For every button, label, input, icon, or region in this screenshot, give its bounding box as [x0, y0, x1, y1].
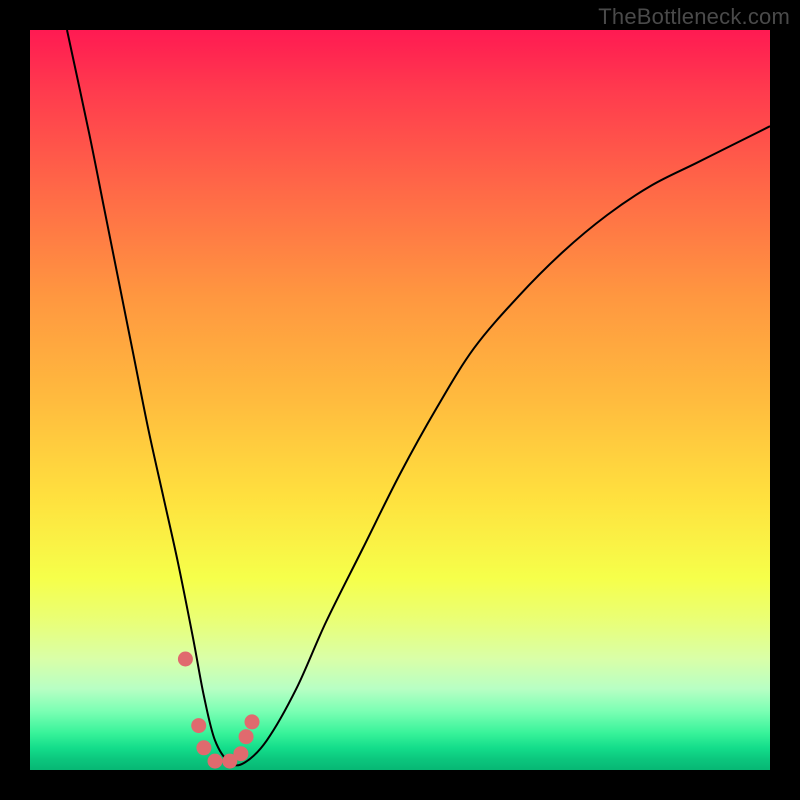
curve-marker — [208, 754, 223, 769]
curve-marker — [239, 729, 254, 744]
plot-area — [30, 30, 770, 770]
curve-svg — [30, 30, 770, 770]
chart-stage: TheBottleneck.com — [0, 0, 800, 800]
curve-marker — [196, 740, 211, 755]
curve-markers — [178, 652, 260, 769]
curve-marker — [178, 652, 193, 667]
bottleneck-curve — [67, 30, 770, 765]
curve-marker — [191, 718, 206, 733]
watermark-text: TheBottleneck.com — [598, 4, 790, 30]
curve-marker — [245, 714, 260, 729]
curve-marker — [233, 746, 248, 761]
